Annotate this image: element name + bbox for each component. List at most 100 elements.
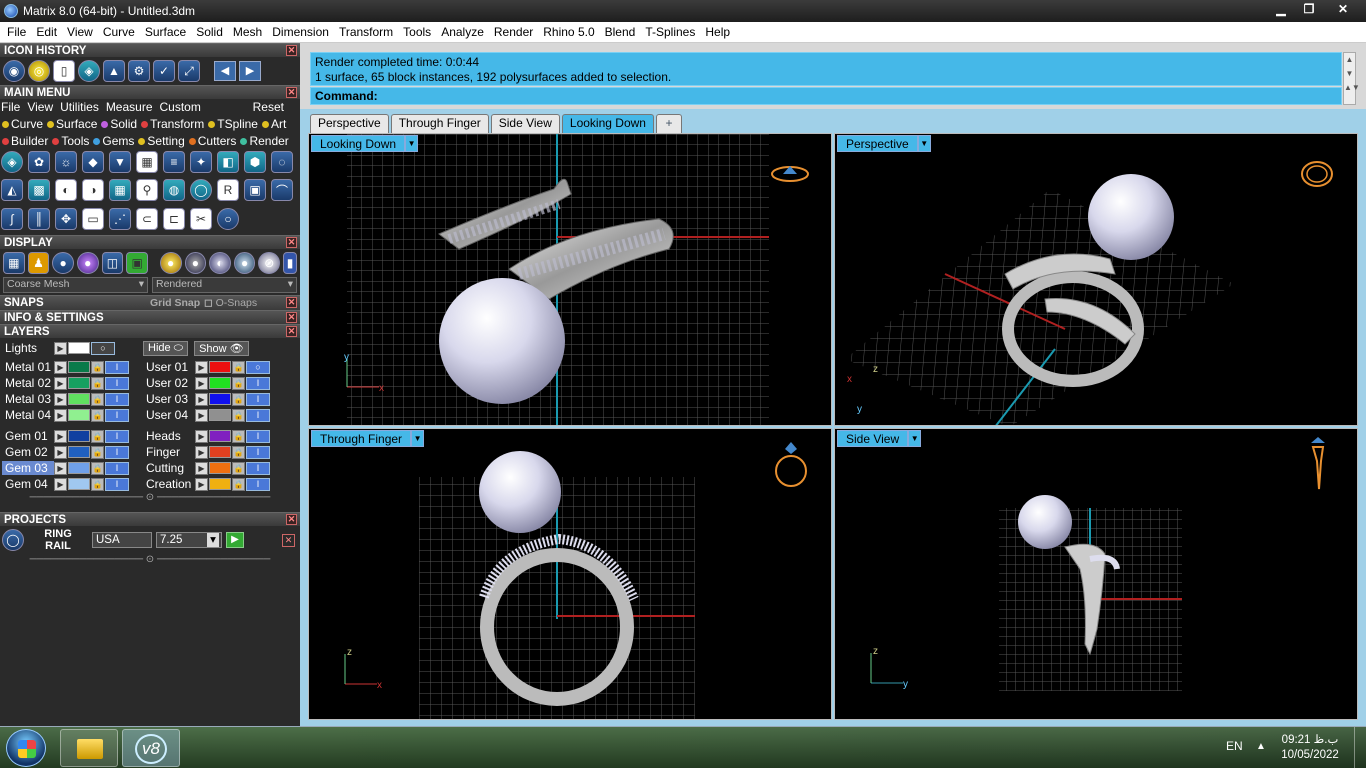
close-button[interactable]: ✕ bbox=[1324, 1, 1362, 19]
expand-icon[interactable]: ▶ bbox=[54, 408, 67, 422]
layer-name[interactable]: Gem 04 bbox=[2, 477, 54, 491]
visibility-toggle[interactable]: I bbox=[246, 392, 270, 406]
mm-file[interactable]: File bbox=[1, 100, 20, 114]
no-display-icon[interactable]: ⊘ bbox=[258, 252, 281, 274]
tab-side-view[interactable]: Side View bbox=[490, 114, 560, 133]
cut-icon[interactable]: ✂ bbox=[190, 207, 212, 230]
rail-icon[interactable]: ∫ bbox=[1, 207, 23, 230]
layer-name[interactable]: Gem 01 bbox=[2, 429, 54, 443]
size-select[interactable]: 7.25 ▾ bbox=[156, 532, 222, 548]
link-icon[interactable]: ⊂ bbox=[136, 207, 158, 230]
split-icon[interactable]: ║ bbox=[28, 207, 50, 230]
cube-view-icon[interactable]: ◫ bbox=[101, 252, 124, 274]
document-icon[interactable]: ▭ bbox=[82, 207, 104, 230]
layer-name[interactable]: Creation bbox=[143, 477, 195, 491]
tab-through-finger[interactable]: Through Finger bbox=[390, 114, 489, 133]
grid-snap-toggle[interactable]: Grid Snap bbox=[150, 296, 200, 310]
globe-icon[interactable]: ◯ bbox=[190, 179, 212, 202]
layer-color[interactable] bbox=[209, 430, 231, 442]
cat-builder[interactable]: Builder bbox=[2, 134, 48, 148]
minimize-button[interactable]: ▁ bbox=[1268, 1, 1294, 19]
viewport-perspective[interactable]: x y z Perspective ▼ bbox=[834, 133, 1358, 426]
new-file-icon[interactable]: ▯ bbox=[53, 60, 75, 82]
menu-tsplines[interactable]: T-Splines bbox=[640, 25, 700, 39]
cat-cutters[interactable]: Cutters bbox=[188, 134, 236, 148]
visibility-toggle[interactable]: I bbox=[246, 376, 270, 390]
gold-sphere-icon[interactable]: ● bbox=[159, 252, 182, 274]
layers-collapse-handle[interactable]: ──────────────── ⊙ ──────────────── bbox=[2, 492, 298, 508]
purple-sphere-icon[interactable]: ● bbox=[76, 252, 99, 274]
lock-icon[interactable]: 🔒 bbox=[91, 408, 104, 422]
visibility-toggle[interactable]: I bbox=[105, 408, 129, 422]
gem-icon[interactable]: ◈ bbox=[78, 60, 100, 82]
circle-icon[interactable]: ○ bbox=[217, 207, 239, 230]
figure-icon[interactable]: ♟ bbox=[27, 252, 50, 274]
close-icon[interactable]: ✕ bbox=[286, 312, 297, 323]
menu-help[interactable]: Help bbox=[700, 25, 735, 39]
expand-icon[interactable]: ▶ bbox=[54, 376, 67, 390]
visibility-toggle[interactable]: I bbox=[105, 429, 129, 443]
info-settings-header[interactable]: INFO & SETTINGS ✕ bbox=[0, 310, 300, 324]
expand-icon[interactable]: ▶ bbox=[54, 429, 67, 443]
expand-icon[interactable]: ▶ bbox=[195, 445, 208, 459]
cube-icon[interactable]: ⬢ bbox=[244, 151, 266, 173]
close-icon[interactable]: ✕ bbox=[286, 514, 297, 525]
layer-color[interactable] bbox=[209, 361, 231, 373]
layer-name[interactable]: Metal 03 bbox=[2, 392, 54, 406]
cat-gems[interactable]: Gems bbox=[93, 134, 134, 148]
viewport-label[interactable]: Perspective ▼ bbox=[837, 135, 931, 152]
close-icon[interactable]: ✕ bbox=[286, 45, 297, 56]
expand-icon[interactable]: ▶ bbox=[195, 408, 208, 422]
menu-file[interactable]: File bbox=[2, 25, 31, 39]
lock-icon[interactable]: 🔒 bbox=[232, 445, 245, 459]
taskbar-matrix[interactable]: v8 bbox=[122, 729, 180, 767]
history-forward-icon[interactable]: ▶ bbox=[239, 61, 261, 81]
tab-perspective[interactable]: Perspective bbox=[310, 114, 389, 133]
osnaps-toggle[interactable]: ◻ O-Snaps bbox=[204, 296, 257, 310]
bracket-icon[interactable]: ⊏ bbox=[163, 207, 185, 230]
layer-name[interactable]: Gem 02 bbox=[2, 445, 54, 459]
ring-tool-icon[interactable]: ◌ bbox=[271, 151, 293, 173]
visibility-toggle[interactable]: I bbox=[246, 408, 270, 422]
visibility-toggle[interactable]: I bbox=[246, 429, 270, 443]
layer-color[interactable] bbox=[209, 462, 231, 474]
lock-icon[interactable]: 🔒 bbox=[232, 429, 245, 443]
shank-icon[interactable]: ◐ bbox=[55, 179, 77, 202]
expand-icon[interactable]: ▶ bbox=[54, 360, 67, 374]
close-icon[interactable]: ✕ bbox=[286, 87, 297, 98]
menu-view[interactable]: View bbox=[62, 25, 98, 39]
visibility-toggle[interactable]: ○ bbox=[246, 360, 270, 374]
blue-sphere-icon[interactable]: ● bbox=[233, 252, 256, 274]
lock-icon[interactable]: 🔒 bbox=[232, 461, 245, 475]
layer-name[interactable]: Metal 04 bbox=[2, 408, 54, 422]
expand-icon[interactable]: ▶ bbox=[54, 461, 67, 475]
ring-rail-icon[interactable]: ◯ bbox=[2, 529, 24, 551]
target-icon[interactable]: ◎ bbox=[28, 60, 50, 82]
menu-surface[interactable]: Surface bbox=[140, 25, 191, 39]
menu-dimension[interactable]: Dimension bbox=[267, 25, 334, 39]
layer-color[interactable] bbox=[68, 478, 90, 490]
visibility-toggle[interactable]: I bbox=[105, 376, 129, 390]
chevron-down-icon[interactable]: ▼ bbox=[405, 135, 419, 152]
layer-color[interactable] bbox=[68, 409, 90, 421]
menu-curve[interactable]: Curve bbox=[98, 25, 140, 39]
expand-icon[interactable]: ▶ bbox=[195, 392, 208, 406]
gem-tool-icon[interactable]: ◈ bbox=[1, 151, 23, 173]
menu-render[interactable]: Render bbox=[489, 25, 538, 39]
mesh-select[interactable]: Coarse Mesh bbox=[3, 277, 148, 293]
render-mode-select[interactable]: Rendered bbox=[152, 277, 297, 293]
region-select[interactable]: USA bbox=[92, 532, 152, 548]
gem-drop-icon[interactable]: ◆ bbox=[82, 151, 104, 173]
layer-color[interactable] bbox=[68, 377, 90, 389]
cat-tspline[interactable]: TSpline bbox=[208, 117, 258, 131]
layer-color[interactable] bbox=[68, 430, 90, 442]
lock-icon[interactable]: 🔒 bbox=[232, 408, 245, 422]
start-button[interactable] bbox=[6, 729, 46, 767]
viewport-looking-down[interactable]: x y Looking Down ▼ bbox=[308, 133, 832, 426]
visibility-toggle[interactable]: I bbox=[105, 360, 129, 374]
taskbar-explorer[interactable] bbox=[60, 729, 118, 767]
mm-measure[interactable]: Measure bbox=[106, 100, 153, 114]
prong-icon[interactable]: ⚲ bbox=[136, 179, 158, 202]
projects-collapse-handle[interactable]: ──────────────── ⊙ ──────────────── bbox=[0, 554, 300, 570]
history-back-icon[interactable]: ◀ bbox=[214, 61, 236, 81]
